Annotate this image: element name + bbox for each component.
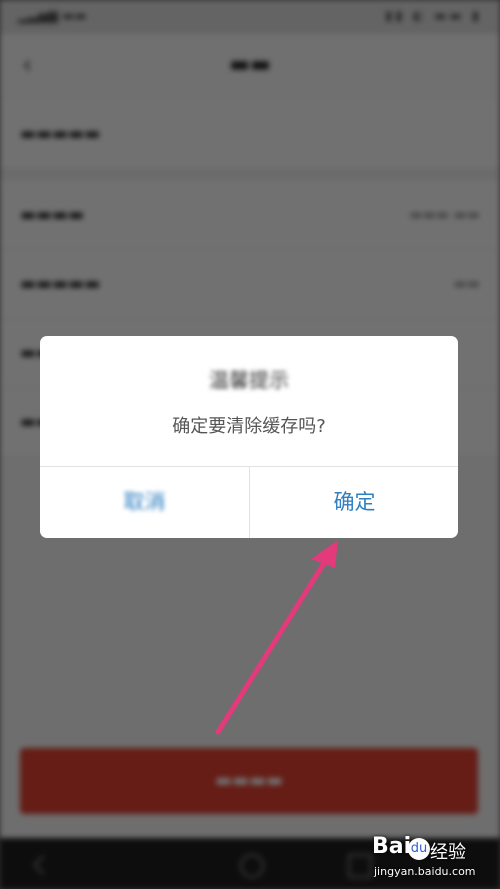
dialog-message: 确定要清除缓存吗? bbox=[172, 416, 326, 437]
confirm-button[interactable]: 确定 bbox=[250, 467, 458, 538]
watermark-url: jingyan.baidu.com bbox=[374, 865, 476, 878]
dialog-title: 温馨提示 bbox=[209, 368, 289, 392]
watermark-brand-suffix: 经验 bbox=[430, 842, 466, 863]
baidu-watermark: Bai du 经验 jingyan.baidu.com bbox=[372, 832, 488, 884]
paw-icon: du bbox=[408, 838, 430, 860]
watermark-brand: Bai bbox=[372, 834, 412, 859]
clear-cache-dialog: 温馨提示 确定要清除缓存吗? 取消 确定 bbox=[40, 336, 458, 538]
cancel-button[interactable]: 取消 bbox=[40, 467, 249, 538]
